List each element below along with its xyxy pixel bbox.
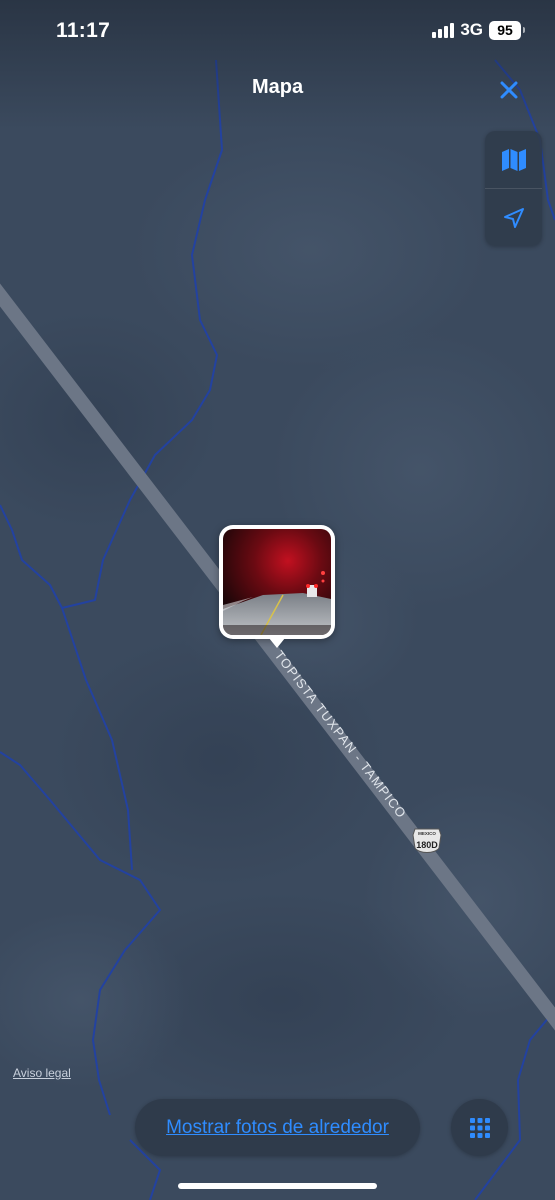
status-indicators: 3G 95 xyxy=(432,20,525,40)
network-type: 3G xyxy=(460,20,483,39)
map-mode-button[interactable] xyxy=(485,131,542,188)
photo-thumbnail xyxy=(223,529,331,635)
photo-pin[interactable] xyxy=(219,525,335,648)
close-button[interactable] xyxy=(491,72,527,108)
close-icon xyxy=(500,81,518,99)
current-location-button[interactable] xyxy=(485,189,542,246)
show-nearby-photos-button[interactable]: Mostrar fotos de alrededor xyxy=(135,1099,420,1156)
show-nearby-photos-label: Mostrar fotos de alrededor xyxy=(166,1116,389,1138)
location-arrow-icon xyxy=(503,207,524,228)
status-time: 11:17 xyxy=(56,19,111,42)
map-icon xyxy=(501,148,526,171)
signal-icon xyxy=(432,22,455,38)
home-indicator[interactable] xyxy=(178,1183,377,1189)
map-controls xyxy=(485,131,542,246)
page-title: Mapa xyxy=(251,76,304,98)
highway-shield: MEXICO 180D xyxy=(412,828,442,853)
status-bar: 11:17 3G 95 xyxy=(0,0,555,64)
grid-icon xyxy=(469,1117,490,1138)
battery-icon: 95 xyxy=(489,20,525,40)
shield-country: MEXICO xyxy=(418,831,436,836)
legal-link[interactable]: Aviso legal xyxy=(13,1066,71,1080)
shield-number: 180D xyxy=(416,840,438,850)
grid-view-button[interactable] xyxy=(451,1099,508,1156)
